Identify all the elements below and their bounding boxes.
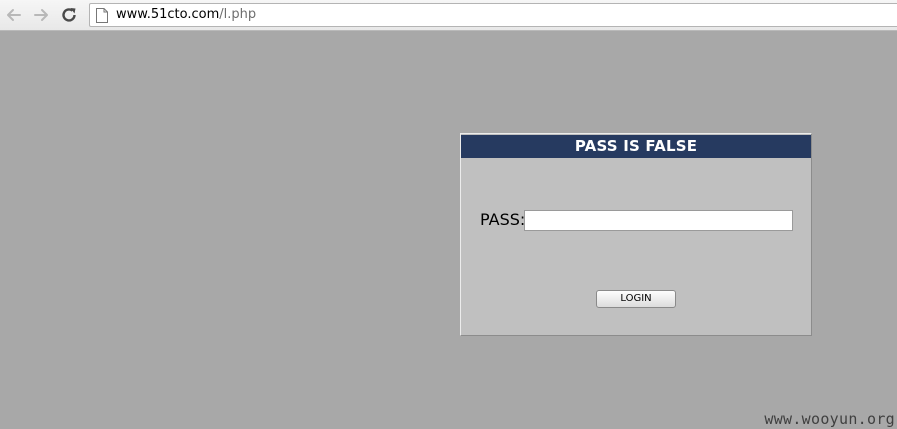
arrow-left-icon: [7, 9, 21, 21]
watermark-text: www.wooyun.org: [764, 410, 895, 428]
address-bar[interactable]: www.51cto.com/l.php: [89, 3, 897, 27]
arrow-right-icon: [34, 9, 48, 21]
url-host: www.51cto.com: [116, 7, 220, 22]
back-button[interactable]: [4, 5, 24, 25]
reload-icon: [62, 8, 76, 22]
login-title: PASS IS FALSE: [461, 135, 811, 158]
pass-label: PASS:: [480, 210, 526, 229]
reload-button[interactable]: [59, 5, 79, 25]
page-icon: [96, 8, 108, 23]
pass-input[interactable]: [524, 210, 793, 231]
url-text: www.51cto.com/l.php: [116, 7, 256, 23]
forward-button[interactable]: [31, 5, 51, 25]
browser-toolbar: www.51cto.com/l.php: [0, 0, 897, 31]
url-path: /l.php: [219, 7, 257, 22]
login-panel: PASS IS FALSE PASS: LOGIN: [460, 133, 812, 336]
login-button[interactable]: LOGIN: [596, 290, 676, 308]
